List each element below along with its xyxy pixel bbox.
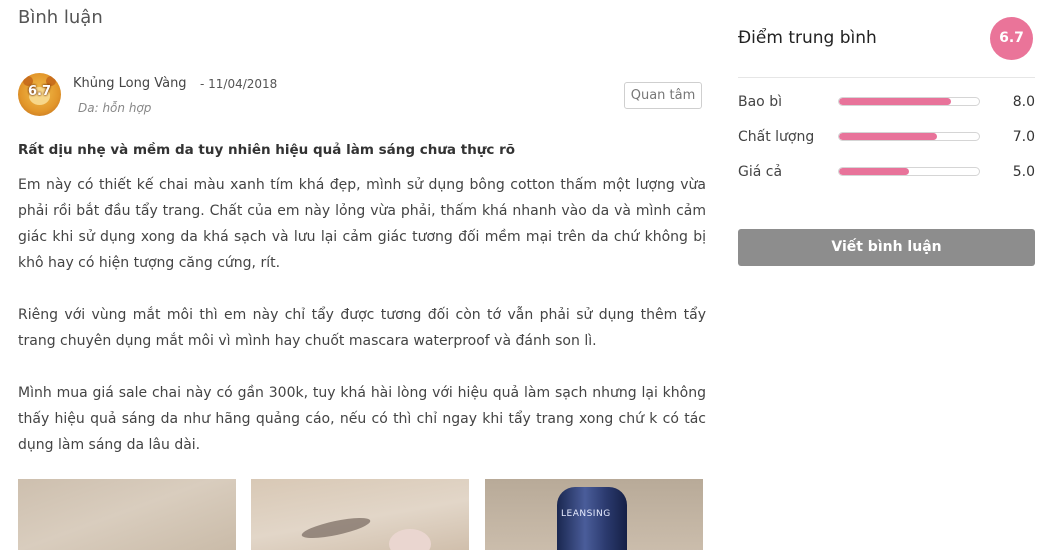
rating-label: Giá cả — [738, 164, 783, 180]
avatar-score-badge: 6.7 — [27, 84, 52, 99]
rating-bar — [838, 132, 980, 141]
rating-value: 7.0 — [1012, 129, 1035, 145]
divider — [738, 77, 1035, 78]
review-skin-type: Da: hỗn hợp — [78, 101, 152, 115]
average-score-badge: 6.7 — [990, 17, 1033, 60]
review-paragraph: Riêng với vùng mắt môi thì em này chỉ tẩ… — [18, 307, 706, 349]
write-review-button[interactable]: Viết bình luận — [738, 229, 1035, 266]
review-paragraph: Em này có thiết kế chai màu xanh tím khá… — [18, 177, 706, 271]
photo-swatch — [389, 529, 431, 550]
review-body: Em này có thiết kế chai màu xanh tím khá… — [18, 172, 706, 484]
follow-button[interactable]: Quan tâm — [624, 82, 702, 109]
photo-swatch — [300, 513, 372, 543]
rating-bar-fill — [839, 168, 909, 175]
rating-bar-fill — [839, 133, 937, 140]
rating-bar-fill — [839, 98, 951, 105]
review-photos: LEANSING — [18, 479, 708, 550]
bottle-label: LEANSING — [561, 509, 611, 519]
review-title: Rất dịu nhẹ và mềm da tuy nhiên hiệu quả… — [18, 142, 516, 158]
rating-label: Chất lượng — [738, 129, 815, 145]
rating-value: 8.0 — [1012, 94, 1035, 110]
rating-label: Bao bì — [738, 94, 782, 110]
product-review-page: Bình luận 6.7 Khủng Long Vàng - 11/04/20… — [0, 0, 1037, 550]
user-avatar[interactable]: 6.7 — [18, 73, 61, 116]
rating-row-price: Giá cả 5.0 — [738, 161, 1035, 183]
section-title: Bình luận — [18, 7, 103, 28]
review-photo[interactable] — [18, 479, 236, 550]
rating-bar — [838, 97, 980, 106]
rating-sidebar: Điểm trung bình 6.7 Bao bì 8.0 Chất lượn… — [738, 0, 1035, 550]
review-date: - 11/04/2018 — [200, 77, 278, 91]
rating-value: 5.0 — [1012, 164, 1035, 180]
review-section: Bình luận 6.7 Khủng Long Vàng - 11/04/20… — [18, 0, 706, 550]
rating-row-quality: Chất lượng 7.0 — [738, 126, 1035, 148]
review-photo[interactable] — [251, 479, 469, 550]
review-author[interactable]: Khủng Long Vàng — [73, 76, 187, 91]
review-photo[interactable]: LEANSING — [485, 479, 703, 550]
average-score-title: Điểm trung bình — [738, 28, 877, 48]
review-paragraph: Mình mua giá sale chai này có gần 300k, … — [18, 385, 706, 453]
rating-bar — [838, 167, 980, 176]
rating-row-packaging: Bao bì 8.0 — [738, 91, 1035, 113]
